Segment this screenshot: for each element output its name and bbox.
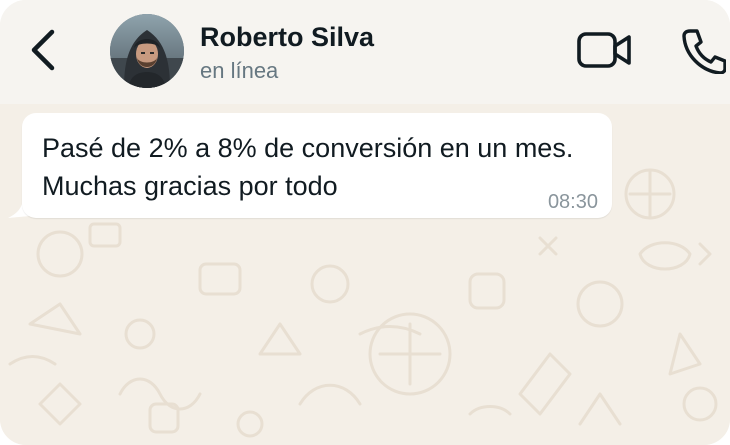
contact-status: en línea — [200, 58, 279, 83]
video-call-button[interactable] — [576, 28, 634, 72]
phone-call-button[interactable] — [680, 26, 727, 75]
phone-call-icon — [682, 29, 727, 75]
chat-header: Roberto Silva en línea — [0, 0, 730, 104]
message-time: 08:30 — [547, 191, 598, 213]
avatar-photo — [110, 14, 184, 88]
message-bubble[interactable]: Pasé de 2% a 8% de conversión en un mes.… — [22, 113, 612, 218]
chat-window: Roberto Silva en línea Pasé de 2% a 8% d… — [0, 0, 730, 445]
avatar[interactable] — [110, 14, 184, 88]
video-call-icon — [577, 32, 631, 68]
message-text: Pasé de 2% a 8% de conversión en un mes.… — [42, 133, 574, 201]
back-button[interactable] — [22, 24, 62, 76]
chat-area[interactable]: Pasé de 2% a 8% de conversión en un mes.… — [0, 104, 730, 445]
contact-name[interactable]: Roberto Silva — [200, 22, 374, 53]
back-arrow-icon — [31, 29, 55, 71]
